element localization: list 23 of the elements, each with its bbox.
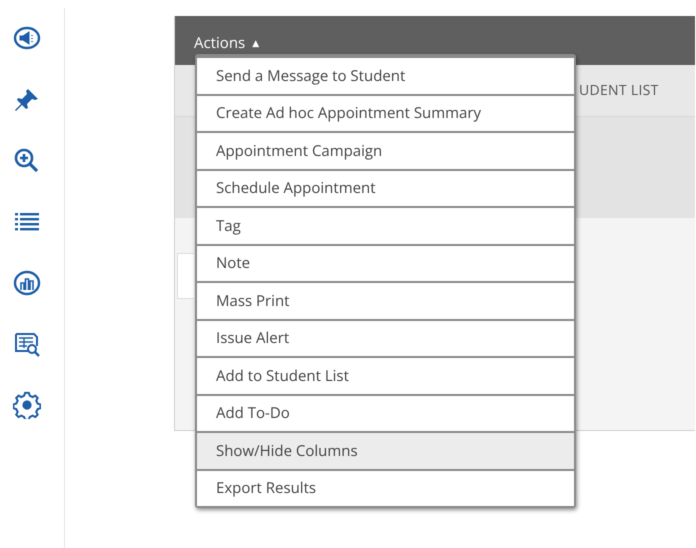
menu-item[interactable]: Export Results xyxy=(197,468,574,506)
menu-item[interactable]: Send a Message to Student xyxy=(197,56,574,94)
zoom-in-icon[interactable] xyxy=(14,148,38,172)
bar-chart-icon[interactable] xyxy=(14,270,40,296)
menu-item[interactable]: Show/Hide Columns xyxy=(197,431,574,468)
menu-item[interactable]: Schedule Appointment xyxy=(197,168,574,206)
menu-item[interactable]: Tag xyxy=(197,206,574,244)
actions-label[interactable]: Actions xyxy=(194,33,246,53)
megaphone-icon[interactable] xyxy=(14,26,40,50)
column-header: UDENT LIST xyxy=(579,81,659,100)
menu-item[interactable]: Add to Student List xyxy=(197,356,574,394)
pushpin-icon[interactable] xyxy=(15,89,38,111)
settings-icon[interactable] xyxy=(13,392,41,419)
report-search-icon[interactable] xyxy=(15,333,40,357)
caret-icon[interactable]: ▲ xyxy=(252,36,260,53)
menu-item[interactable]: Issue Alert xyxy=(197,318,574,356)
list-icon[interactable] xyxy=(15,213,39,230)
menu-item[interactable]: Add To-Do xyxy=(197,394,574,431)
menu-item[interactable]: Appointment Campaign xyxy=(197,131,574,168)
menu-item[interactable]: Mass Print xyxy=(197,281,574,318)
input-field[interactable] xyxy=(177,253,194,299)
menu-item[interactable]: Note xyxy=(197,244,574,281)
menu-item[interactable]: Create Ad hoc Appointment Summary xyxy=(197,94,574,131)
